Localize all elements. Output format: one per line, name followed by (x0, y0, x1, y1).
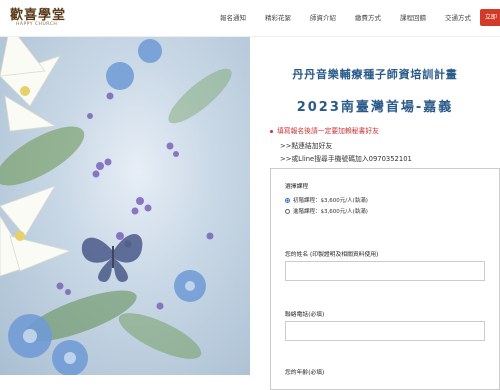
name-input[interactable] (285, 261, 485, 281)
nav-item-highlights[interactable]: 精彩花絮 (265, 12, 291, 22)
nav-item-payment[interactable]: 繳費方式 (355, 12, 381, 22)
add-friend-link[interactable]: >>點連結加好友 (280, 140, 332, 150)
top-nav-bar: 歡喜學堂 HAPPY CHURCH 報名通知 精彩花絮 師資介紹 繳費方式 課程… (0, 0, 500, 37)
register-button[interactable]: 立即 (480, 9, 500, 26)
nav-item-feedback[interactable]: 課程回饋 (400, 12, 426, 22)
name-field-label: 您的姓名 (印製證明及相關資料使用) (285, 252, 379, 258)
phone-field-label: 聯絡電話(必填) (285, 312, 325, 318)
logo-subtext: HAPPY CHURCH (16, 22, 58, 27)
hero-flower-artwork (0, 36, 250, 375)
site-logo[interactable]: 歡喜學堂 HAPPY CHURCH (6, 4, 66, 32)
event-subtitle: 2023南臺灣首場-嘉義 (296, 100, 454, 115)
line-search-text: >>或Lline搜尋手機號碼加入0970352101 (280, 155, 412, 163)
notice-text: 填寫報名後請一定要加賴秘書好友 (270, 125, 379, 135)
notice-label: 填寫報名後請一定要加賴秘書好友 (277, 127, 379, 135)
radio-unchecked-icon[interactable] (285, 208, 290, 214)
nav-item-registration[interactable]: 報名通知 (220, 12, 246, 22)
program-title: 丹丹音樂輔療種子師資培訓計畫 (292, 68, 458, 81)
logo-text: 歡喜學堂 (10, 8, 67, 23)
registration-form: 選擇課程 初階課程：$3,600元/人(執滿) 進階課程：$3,600元/人(執… (270, 168, 500, 390)
butterfly-icon (81, 233, 143, 282)
radio-checked-icon[interactable] (285, 197, 290, 203)
registration-panel: 丹丹音樂輔療種子師資培訓計畫 2023南臺灣首場-嘉義 填寫報名後請一定要加賴秘… (250, 36, 500, 390)
course-option-advanced[interactable]: 進階課程：$3,600元/人(執滿) (285, 207, 368, 215)
course-option-label: 初階課程：$3,600元/人(執滿) (293, 198, 368, 204)
course-option-label: 進階課程：$3,600元/人(執滿) (293, 209, 368, 215)
bullet-icon (270, 129, 273, 133)
course-option-beginner[interactable]: 初階課程：$3,600元/人(執滿) (285, 196, 368, 204)
main-nav: 報名通知 精彩花絮 師資介紹 繳費方式 課程回饋 交通方式 (220, 12, 490, 22)
flowers-illustration (0, 36, 232, 375)
phone-input[interactable] (285, 321, 485, 341)
course-select-label: 選擇課程 (285, 184, 309, 190)
nav-item-transport[interactable]: 交通方式 (445, 12, 471, 22)
nav-item-teachers[interactable]: 師資介紹 (310, 12, 336, 22)
